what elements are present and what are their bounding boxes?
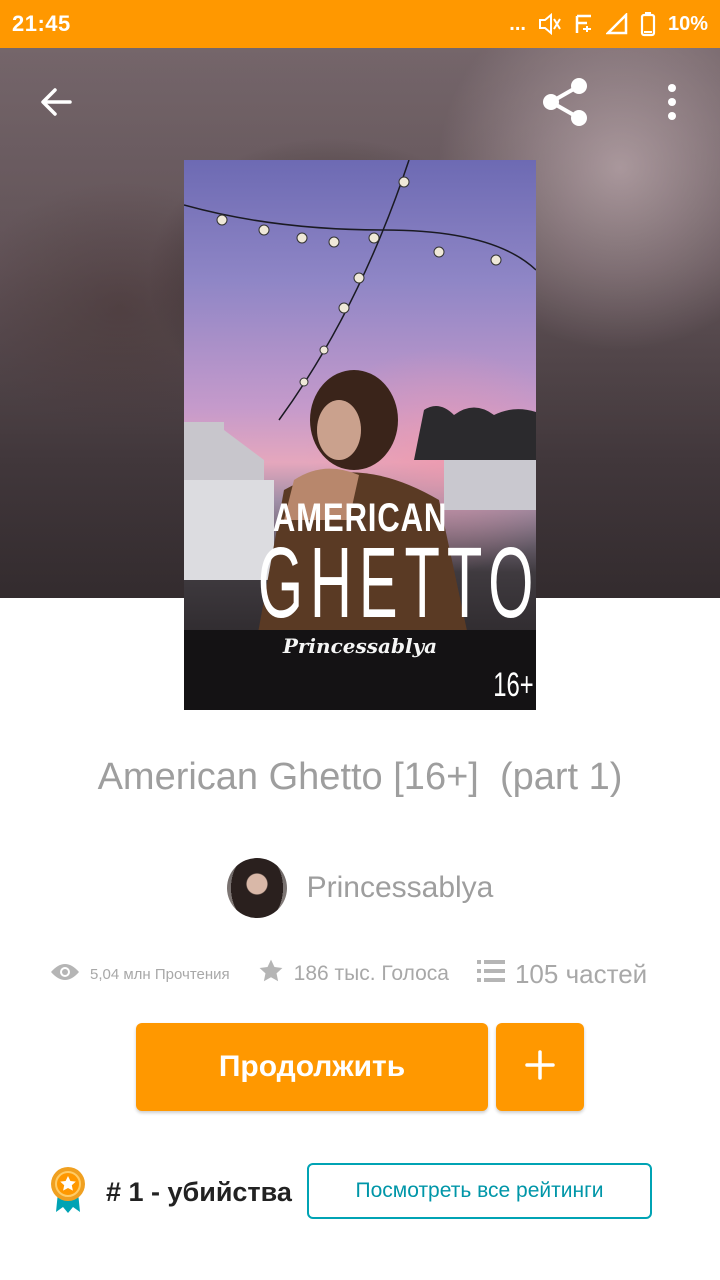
reads-stat: 5,04 млн Прочтения — [50, 962, 230, 986]
eye-icon — [50, 962, 80, 986]
status-time: 21:45 — [12, 11, 71, 36]
story-title: American Ghetto [16+] (part 1) — [97, 756, 623, 798]
battery-icon — [640, 11, 656, 37]
more-vert-icon — [666, 83, 678, 125]
back-button[interactable] — [32, 80, 80, 128]
share-button[interactable] — [542, 77, 590, 128]
continue-reading-button[interactable]: Продолжить — [136, 1023, 488, 1111]
status-bar: 21:45 ... 10% — [0, 0, 720, 48]
star-icon — [258, 958, 284, 990]
author-name[interactable]: Princessablya — [307, 871, 494, 905]
avatar[interactable] — [226, 858, 287, 918]
signal-e-icon — [574, 13, 594, 35]
cell-signal-icon — [605, 13, 628, 35]
cover-author: Princessablya — [282, 634, 438, 658]
overflow-dots: ... — [509, 12, 526, 35]
back-arrow-icon — [38, 84, 74, 125]
reads-count: 5,04 млн Прочтения — [90, 965, 230, 983]
award-medal-icon — [48, 1166, 88, 1219]
see-all-rankings-button[interactable]: Посмотреть все рейтинги — [307, 1163, 652, 1219]
share-icon — [541, 77, 591, 132]
add-to-library-button[interactable] — [496, 1023, 584, 1111]
list-icon — [476, 959, 505, 990]
votes-stat: 186 тыс. Голоса — [258, 958, 449, 990]
parts-count: 105 частей — [514, 958, 648, 989]
ranking-text: # 1 - убийства — [106, 1176, 292, 1207]
votes-count: 186 тыс. Голоса — [293, 962, 449, 985]
stats-row: 5,04 млн Прочтения 186 тыс. Голоса 105 ч… — [50, 954, 690, 994]
mute-icon — [538, 13, 562, 35]
cover-age-label: 16+ — [493, 666, 534, 704]
parts-stat: 105 частей — [476, 958, 648, 990]
author-row[interactable]: Princessablya — [0, 858, 720, 918]
plus-icon — [525, 1049, 555, 1085]
book-cover[interactable]: AMERICAN GHETTO Princessablya 16+ — [184, 160, 536, 710]
ranking-row: # 1 - убийства — [48, 1164, 292, 1220]
cover-title-line-2: GHETTO — [257, 527, 536, 639]
battery-percent: 10% — [667, 12, 708, 35]
more-options-button[interactable] — [648, 80, 696, 128]
status-icons: ... 10% — [509, 11, 708, 37]
